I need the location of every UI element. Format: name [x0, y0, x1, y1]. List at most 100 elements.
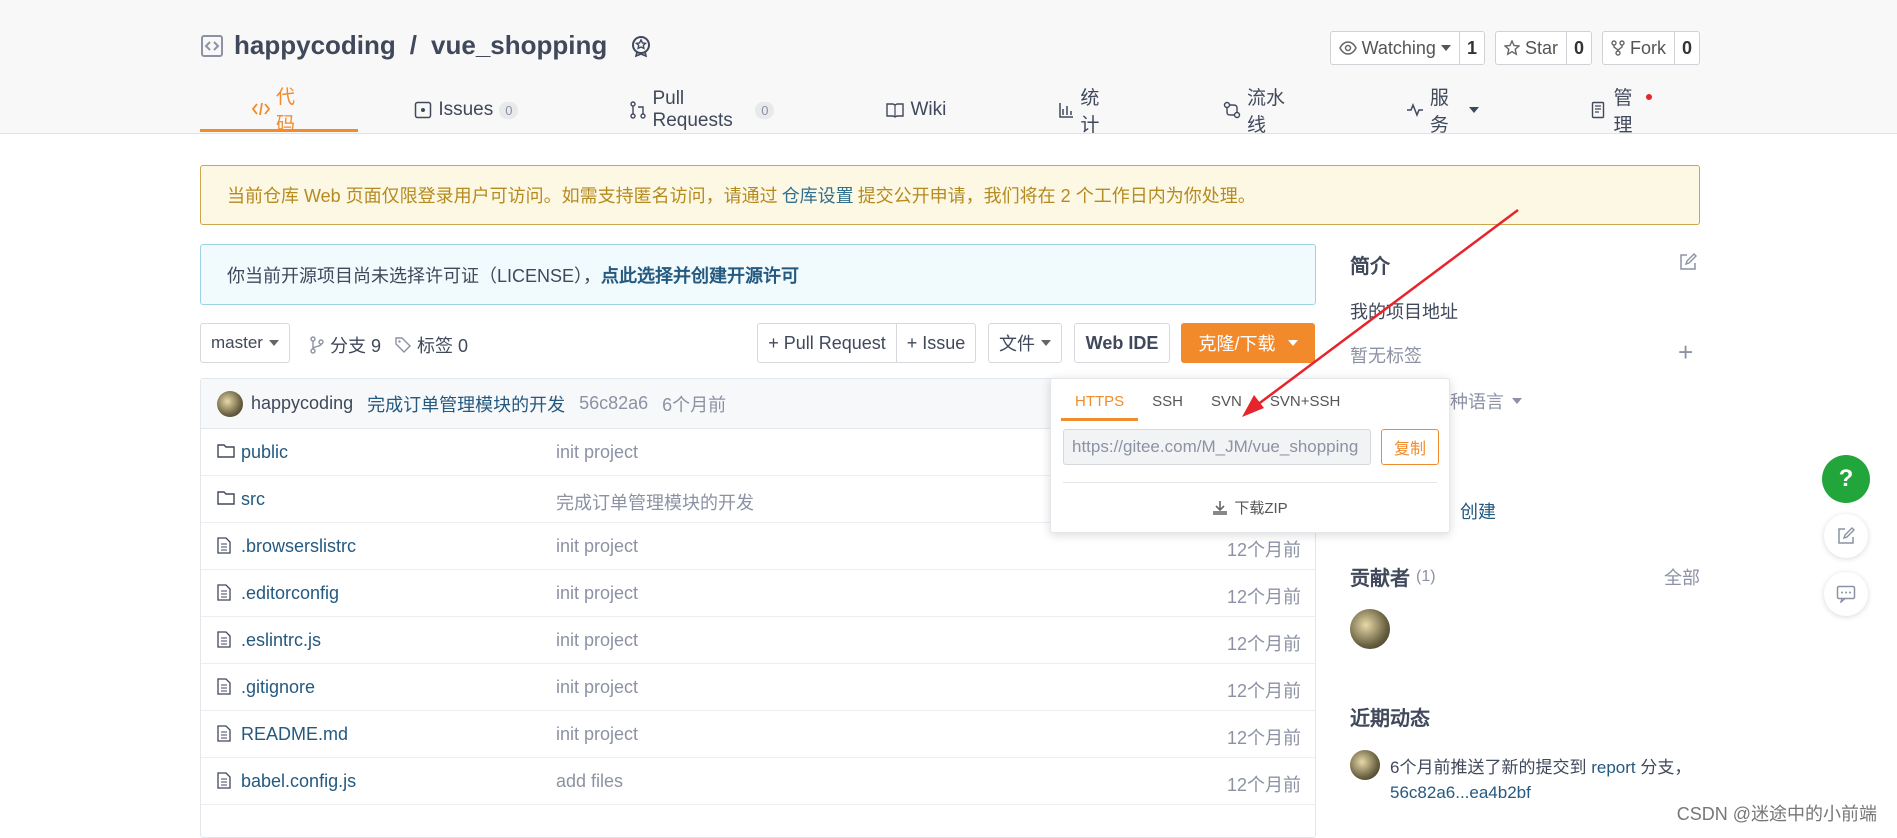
tags-count: 标签 0 — [417, 336, 469, 356]
folder-icon — [217, 490, 235, 505]
annotation-arrow — [1242, 208, 1519, 417]
file-commit-message[interactable]: add files — [556, 771, 623, 792]
activity-branch-link[interactable]: report — [1591, 758, 1635, 777]
clone-url-input[interactable]: https://gitee.com/M_JM/vue_shopping — [1063, 429, 1371, 465]
help-button[interactable]: ? — [1822, 455, 1870, 503]
repo-owner-link[interactable]: happycoding — [234, 30, 396, 61]
settings-doc-icon — [1591, 101, 1607, 119]
contributors-title: 贡献者 — [1350, 568, 1410, 590]
commit-message[interactable]: 完成订单管理模块的开发 — [367, 391, 565, 417]
file-menu-button[interactable]: 文件 — [988, 323, 1062, 363]
file-row[interactable]: babel.config.js add files 12个月前 — [201, 758, 1315, 805]
tab-services[interactable]: 服务 — [1350, 88, 1536, 136]
file-name[interactable]: .editorconfig — [241, 583, 339, 604]
star-label[interactable]: Star — [1496, 32, 1566, 64]
web-ide-label: Web IDE — [1085, 332, 1159, 353]
file-name[interactable]: src — [241, 489, 265, 510]
new-pull-request-label: + Pull Request — [768, 332, 886, 353]
file-name[interactable]: public — [241, 442, 288, 463]
license-text: 你当前开源项目尚未选择许可证（LICENSE）， — [227, 265, 602, 286]
file-row[interactable]: .editorconfig init project 12个月前 — [201, 570, 1315, 617]
star-count[interactable]: 0 — [1565, 32, 1591, 64]
branches-link[interactable]: 分支 9 — [310, 332, 381, 358]
fork-label[interactable]: Fork — [1603, 32, 1674, 64]
activity-text: 6个月前推送了新的提交到 — [1390, 758, 1587, 777]
file-name[interactable]: babel.config.js — [241, 771, 356, 792]
commit-time: 6个月前 — [662, 394, 727, 415]
tags-link[interactable]: 标签 0 — [395, 332, 468, 358]
code-icon — [252, 101, 270, 117]
file-name[interactable]: .browserslistrc — [241, 536, 356, 557]
file-commit-message[interactable]: init project — [556, 677, 638, 698]
fork-button[interactable]: Fork 0 — [1601, 31, 1700, 65]
tab-pull-requests[interactable]: Pull Requests 0 — [574, 88, 830, 132]
tab-pipeline-label: 流水线 — [1246, 88, 1285, 136]
feedback-button[interactable] — [1824, 514, 1868, 558]
file-icon — [217, 537, 231, 554]
activity-suffix: 分支， — [1640, 758, 1692, 777]
watching-label[interactable]: Watching — [1331, 32, 1459, 64]
file-commit-message[interactable]: 完成订单管理模块的开发 — [556, 489, 754, 515]
badge-icon[interactable] — [629, 34, 653, 58]
watching-count[interactable]: 1 — [1458, 32, 1484, 64]
tab-services-label: 服务 — [1429, 88, 1449, 136]
repo-name-link[interactable]: vue_shopping — [431, 30, 607, 61]
tab-ssh[interactable]: SSH — [1138, 387, 1197, 421]
repo-settings-link[interactable]: 仓库设置 — [782, 182, 854, 208]
file-commit-message[interactable]: init project — [556, 724, 638, 745]
commit-author[interactable]: happycoding — [251, 393, 353, 414]
file-name[interactable]: README.md — [241, 724, 348, 745]
file-icon — [217, 631, 231, 648]
tab-pull-requests-label: Pull Requests — [652, 88, 733, 131]
branches-count: 分支 9 — [330, 336, 382, 356]
tab-wiki[interactable]: Wiki — [830, 88, 1002, 132]
tab-issues[interactable]: Issues 0 — [358, 88, 574, 132]
author-avatar[interactable] — [217, 390, 243, 417]
add-tag-icon[interactable]: + — [1678, 339, 1693, 365]
pull-request-icon — [630, 101, 647, 119]
pulse-icon — [1406, 103, 1424, 117]
commit-hash[interactable]: 56c82a6 — [579, 393, 648, 414]
create-license-link[interactable]: 点此选择并创建开源许可 — [601, 262, 799, 288]
activity-commit-range-link[interactable]: 56c82a6...ea4b2bf — [1390, 783, 1531, 802]
edit-icon[interactable] — [1678, 252, 1698, 272]
star-text: Star — [1524, 37, 1558, 58]
chat-button[interactable] — [1824, 572, 1868, 616]
file-commit-message[interactable]: init project — [556, 583, 638, 604]
contributor-avatar[interactable] — [1350, 609, 1390, 649]
tab-stats[interactable]: 统计 — [1002, 88, 1167, 136]
web-ide-button[interactable]: Web IDE — [1074, 323, 1170, 363]
file-row[interactable]: README.md init project 12个月前 — [201, 711, 1315, 758]
file-commit-message[interactable]: init project — [556, 442, 638, 463]
chevron-down-icon — [1440, 45, 1451, 51]
branch-select-value: master — [211, 333, 263, 352]
branch-select[interactable]: master — [200, 323, 290, 363]
activity-avatar[interactable] — [1350, 750, 1380, 780]
file-row[interactable]: .gitignore init project 12个月前 — [201, 664, 1315, 711]
watching-button[interactable]: Watching 1 — [1329, 31, 1485, 65]
new-issue-label: + Issue — [906, 332, 966, 353]
tab-pipeline[interactable]: 流水线 — [1167, 88, 1350, 136]
create-link[interactable]: 创建 — [1460, 498, 1496, 524]
new-issue-button[interactable]: + Issue — [896, 323, 976, 363]
tab-code[interactable]: 代码 — [200, 87, 359, 135]
file-commit-time: 12个月前 — [1226, 634, 1301, 654]
all-contributors-link[interactable]: 全部 — [1664, 564, 1700, 590]
tab-issues-label: Issues — [438, 99, 494, 120]
file-name[interactable]: .gitignore — [241, 677, 315, 698]
tab-https[interactable]: HTTPS — [1061, 387, 1139, 421]
file-name[interactable]: .eslintrc.js — [241, 630, 321, 651]
star-button[interactable]: Star 0 — [1494, 31, 1592, 65]
copy-url-button[interactable]: 复制 — [1381, 429, 1439, 465]
tab-manage[interactable]: 管理 — [1535, 88, 1700, 136]
issues-icon — [414, 101, 432, 119]
file-icon — [217, 725, 231, 742]
file-commit-time: 12个月前 — [1226, 540, 1301, 560]
file-row[interactable]: .eslintrc.js init project 12个月前 — [201, 617, 1315, 664]
fork-count[interactable]: 0 — [1673, 32, 1699, 64]
file-commit-message[interactable]: init project — [556, 630, 638, 651]
download-zip-button[interactable]: 下载ZIP — [1051, 497, 1449, 518]
activity-item: 6个月前推送了新的提交到 report 分支， 56c82a6...ea4b2b… — [1390, 755, 1695, 805]
new-pull-request-button[interactable]: + Pull Request — [757, 323, 897, 363]
file-commit-message[interactable]: init project — [556, 536, 638, 557]
